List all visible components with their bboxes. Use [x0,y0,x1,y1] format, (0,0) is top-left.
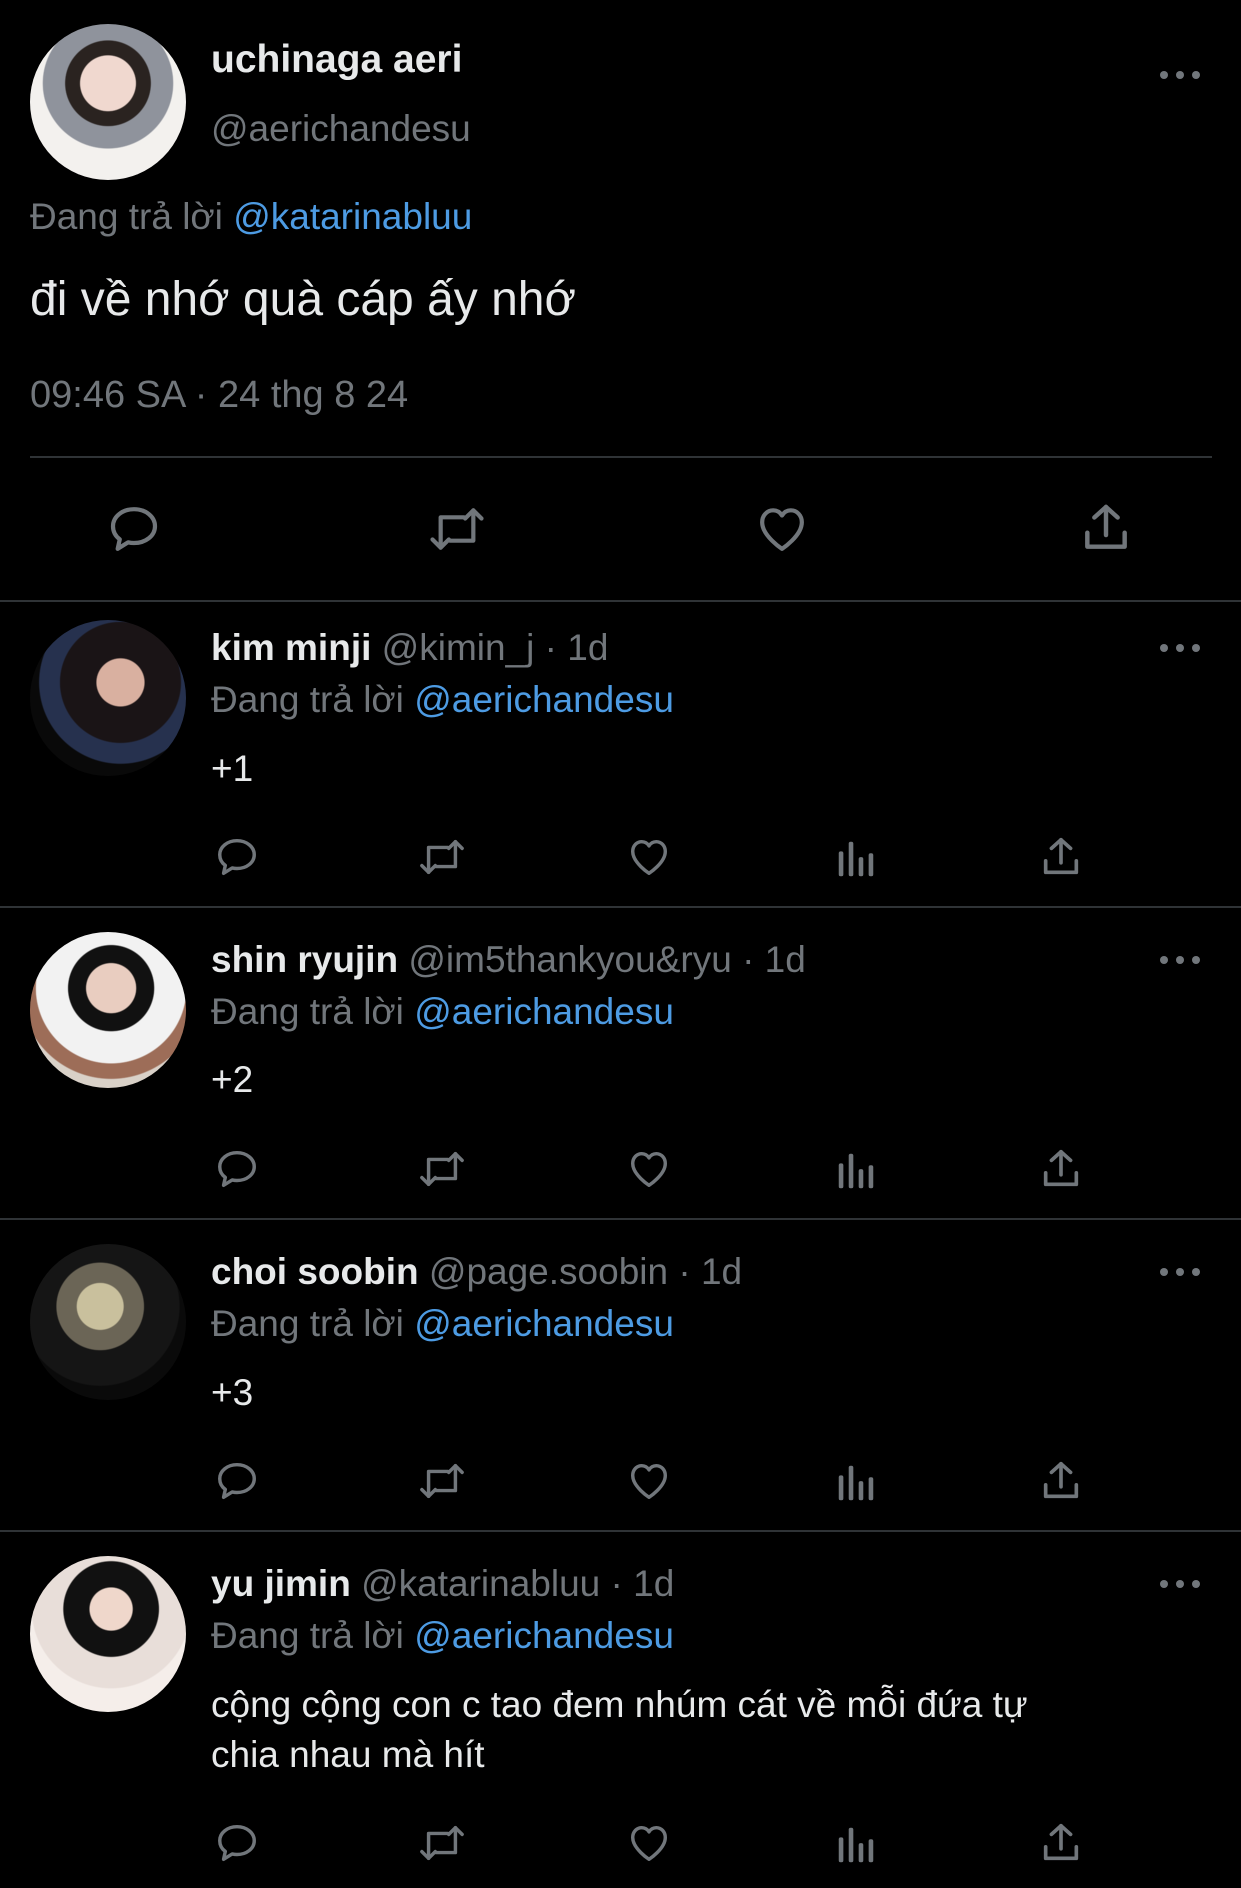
reply-header: choi soobin @page.soobin · 1d [211,1251,742,1293]
reply-age: · 1d [742,939,806,980]
avatar[interactable] [30,24,186,180]
share-icon[interactable] [1038,1145,1084,1193]
avatar[interactable] [30,1556,186,1712]
more-options-button[interactable] [1160,641,1200,655]
reply-header: yu jimin @katarinabluu · 1d [211,1563,674,1605]
avatar[interactable] [30,620,186,776]
author-handle[interactable]: @page.soobin [429,1251,668,1292]
reply-icon[interactable] [214,834,260,880]
replying-prefix: Đang trả lời [30,196,223,237]
views-icon[interactable] [833,1148,879,1194]
replying-to-line: Đang trả lời @aerichandesu [211,991,674,1033]
author-display-name[interactable]: yu jimin [211,1563,351,1604]
share-icon[interactable] [1078,499,1134,557]
retweet-icon[interactable] [416,1820,468,1866]
tweet-text: +2 [211,1059,254,1100]
replying-prefix: Đang trả lời [211,1303,404,1344]
author-display-name[interactable]: uchinaga aeri [211,38,462,82]
reply-icon[interactable] [214,1458,260,1504]
author-display-name[interactable]: kim minji [211,627,371,668]
reply-age: · 1d [544,627,609,668]
replying-to-line: Đang trả lời @aerichandesu [211,1303,674,1345]
author-handle[interactable]: @katarinabluu [361,1563,600,1604]
share-icon[interactable] [1038,833,1084,881]
share-icon[interactable] [1038,1457,1084,1505]
author-display-name[interactable]: shin ryujin [211,939,398,980]
tweet-text: +1 [211,748,254,789]
author-handle[interactable]: @kimin_j [382,627,535,668]
tweet-timestamp[interactable]: 09:46 SA · 24 thg 8 24 [30,374,408,417]
replying-to-link[interactable]: @aerichandesu [414,1303,674,1344]
retweet-icon[interactable] [426,501,488,557]
tweet-text: đi về nhớ quà cáp ấy nhớ [30,273,576,326]
retweet-icon[interactable] [416,1146,468,1192]
share-icon[interactable] [1038,1819,1084,1867]
divider [30,456,1212,458]
replying-to-link[interactable]: @aerichandesu [414,679,674,720]
avatar[interactable] [30,932,186,1088]
replying-to-line: Đang trả lời @aerichandesu [211,679,674,721]
divider [0,1218,1241,1220]
like-icon[interactable] [753,501,811,557]
divider [0,906,1241,908]
reply-age: · 1d [610,1563,675,1604]
author-display-name[interactable]: choi soobin [211,1251,419,1292]
reply-header: shin ryujin @im5thankyou&ryu · 1d [211,939,806,981]
replying-to-link[interactable]: @katarinabluu [233,196,472,237]
reply-age: · 1d [678,1251,743,1292]
reply-icon[interactable] [106,501,162,557]
replying-to-link[interactable]: @aerichandesu [414,1615,674,1656]
tweet-text-line-1: cộng cộng con c tao đem nhúm cát về mỗi … [211,1684,1028,1725]
replying-to-line: Đang trả lời @aerichandesu [211,1615,674,1657]
divider [0,1530,1241,1532]
tweet-text: +3 [211,1372,254,1413]
retweet-icon[interactable] [416,834,468,880]
more-options-button[interactable] [1160,1577,1200,1591]
like-icon[interactable] [625,1820,673,1866]
more-options-button[interactable] [1160,953,1200,967]
like-icon[interactable] [625,1146,673,1192]
reply-header: kim minji @kimin_j · 1d [211,627,608,669]
views-icon[interactable] [833,1822,879,1868]
author-handle[interactable]: @im5thankyou&ryu [408,939,731,980]
more-options-button[interactable] [1160,68,1200,82]
divider [0,600,1241,602]
more-options-button[interactable] [1160,1265,1200,1279]
like-icon[interactable] [625,834,673,880]
views-icon[interactable] [833,1460,879,1506]
replying-prefix: Đang trả lời [211,1615,404,1656]
author-handle[interactable]: @aerichandesu [211,108,471,150]
reply-icon[interactable] [214,1146,260,1192]
replying-prefix: Đang trả lời [211,991,404,1032]
replying-prefix: Đang trả lời [211,679,404,720]
tweet-text-line-2: chia nhau mà hít [211,1734,485,1775]
reply-icon[interactable] [214,1820,260,1866]
retweet-icon[interactable] [416,1458,468,1504]
like-icon[interactable] [625,1458,673,1504]
replying-to-link[interactable]: @aerichandesu [414,991,674,1032]
replying-to-line: Đang trả lời @katarinabluu [30,196,472,238]
views-icon[interactable] [833,836,879,882]
avatar[interactable] [30,1244,186,1400]
